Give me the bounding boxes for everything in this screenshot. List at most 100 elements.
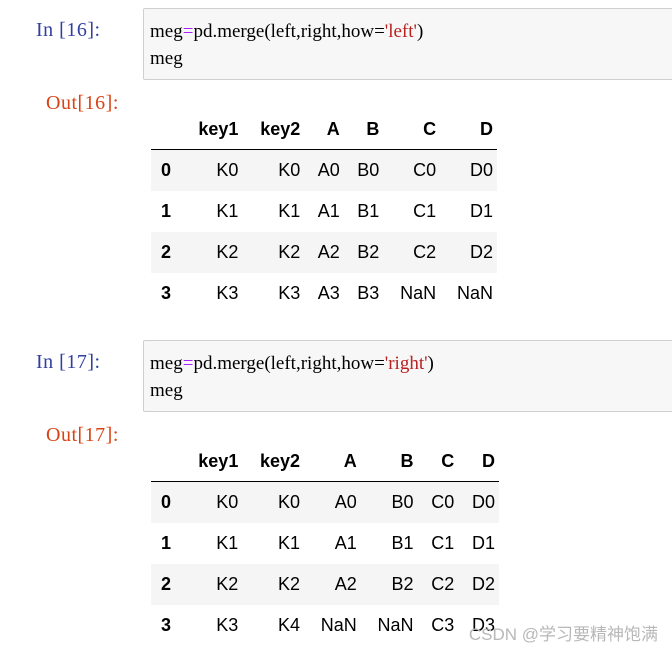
input-prompt-17: In [17]: [36,351,101,373]
row-index: 3 [161,283,172,303]
table-cell: K2 [216,242,239,262]
table-cell: K3 [216,283,239,303]
code-var: meg [150,353,183,374]
row-index: 0 [161,492,172,512]
table-cell: D0 [471,492,495,512]
table-cell: K2 [216,574,239,594]
code-string: 'right' [384,353,428,374]
table-cell: K0 [216,492,239,512]
output-prompt-17: Out[17]: [46,424,119,446]
code-operator: = [182,21,194,42]
column-header: D [458,441,499,482]
dataframe-output-16: key1 key2 A B C D 0 K0 K0 A0 B0 C0 D0 1 … [151,109,497,314]
table-cell: K1 [216,533,239,553]
table-cell: K3 [278,283,301,303]
table-cell: B0 [391,492,414,512]
table-cell: A3 [317,283,340,303]
table-row: 2 K2 K2 A2 B2 C2 D2 [151,232,497,273]
table-cell: A0 [334,492,357,512]
table-row: 1 K1 K1 A1 B1 C1 D1 [151,191,497,232]
code-line-2: meg [150,48,183,69]
column-header: D [440,109,497,150]
table-row: 2 K2 K2 A2 B2 C2 D2 [151,564,499,605]
column-header: key1 [180,109,243,150]
table-row: 0 K0 K0 A0 B0 C0 D0 [151,149,497,191]
code-line-2: meg [150,380,183,401]
code-var: meg [150,21,183,42]
column-header: C [417,441,459,482]
table-cell: C3 [431,615,455,635]
table-cell: B2 [391,574,414,594]
table-cell: K2 [278,242,301,262]
table-cell: K2 [278,574,301,594]
table-cell: D0 [469,160,493,180]
code-string: 'left' [384,21,417,42]
table-cell: K3 [216,615,239,635]
row-index: 2 [161,242,172,262]
column-header: A [304,441,361,482]
table-cell: B0 [357,160,380,180]
row-index: 1 [161,201,172,221]
table-row: 0 K0 K0 A0 B0 C0 D0 [151,481,499,523]
table-cell: A2 [317,242,340,262]
row-index: 1 [161,533,172,553]
column-header: key2 [242,109,305,150]
table-cell: D2 [469,242,493,262]
table-cell: NaN [400,283,437,303]
code-cell-17[interactable]: meg=pd.merge(left,right,how='right') meg [143,340,672,412]
table-row: 3 K3 K3 A3 B3 NaN NaN [151,273,497,314]
table-cell: A1 [334,533,357,553]
column-header: C [383,109,441,150]
table-cell: K4 [278,615,301,635]
table-cell: K1 [278,533,301,553]
table-cell: K0 [216,160,239,180]
output-prompt-16: Out[16]: [46,92,119,114]
table-cell: B1 [391,533,414,553]
table-cell: C0 [431,492,455,512]
table-cell: K0 [278,492,301,512]
table-header-row: key1 key2 A B C D [151,441,499,482]
table-cell: C1 [431,533,455,553]
table-cell: C0 [413,160,437,180]
table-cell: NaN [377,615,414,635]
column-header [151,441,181,482]
table-row: 1 K1 K1 A1 B1 C1 D1 [151,523,499,564]
table-cell: NaN [456,283,493,303]
code-operator: = [182,353,194,374]
column-header: A [304,109,344,150]
table-cell: K0 [278,160,301,180]
dataframe-output-17: key1 key2 A B C D 0 K0 K0 A0 B0 C0 D0 1 … [151,441,499,646]
code-call: pd.merge(left,right,how= [193,21,385,42]
table-row: 3 K3 K4 NaN NaN C3 D3 [151,605,499,646]
row-index: 3 [161,615,172,635]
column-header: key1 [180,441,243,482]
table-cell: D1 [469,201,493,221]
table-cell: B3 [357,283,380,303]
table-cell: NaN [320,615,357,635]
table-cell: C2 [431,574,455,594]
table-cell: A1 [317,201,340,221]
code-close: ) [416,21,424,42]
table-cell: B2 [357,242,380,262]
column-header: B [360,441,418,482]
table-cell: A2 [334,574,357,594]
row-index: 0 [161,160,172,180]
table-cell: K1 [278,201,301,221]
table-cell: D2 [471,574,495,594]
table-cell: K1 [216,201,239,221]
table-cell: B1 [357,201,380,221]
table-header-row: key1 key2 A B C D [151,109,497,150]
code-cell-16[interactable]: meg=pd.merge(left,right,how='left') meg [143,8,672,80]
code-call: pd.merge(left,right,how= [193,353,385,374]
watermark: CSDN @学习要精神饱满 [468,625,658,644]
column-header: B [343,109,384,150]
column-header [151,109,181,150]
code-close: ) [427,353,434,374]
table-cell: C2 [413,242,437,262]
table-cell: C1 [413,201,437,221]
table-cell: A0 [317,160,340,180]
table-cell: D1 [471,533,495,553]
input-prompt-16: In [16]: [36,19,101,41]
row-index: 2 [161,574,172,594]
column-header: key2 [242,441,305,482]
